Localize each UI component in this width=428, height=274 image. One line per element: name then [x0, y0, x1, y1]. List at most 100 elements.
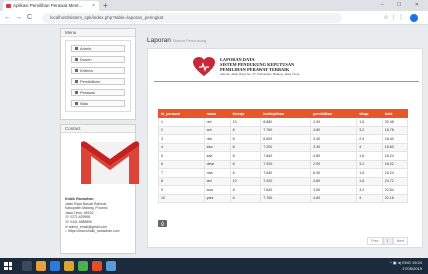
- table-row: 5 sari 8 7.840 4.80 1.6 18.24: [158, 151, 409, 161]
- table-row: 6 dewi 8 7.920 2.90 3.2 18.02: [158, 159, 409, 169]
- heart-logo-icon: [193, 57, 215, 76]
- new-tab-button[interactable]: +: [103, 0, 108, 11]
- table-row: 10 yani 8 7.760 4.80 4 22.16: [158, 193, 409, 203]
- chrome-taskbar-icon[interactable]: [78, 261, 88, 271]
- table-cell: 8: [229, 193, 262, 203]
- page-title: Laporan Sistem Pendukung: [147, 37, 207, 44]
- table-cell: 18.24: [381, 151, 409, 161]
- back-button[interactable]: ←: [4, 13, 11, 23]
- table-cell: 1.6: [356, 176, 383, 186]
- contact-panel: Contact Khalik Ramadhan Jalan Raya Basuk…: [60, 124, 139, 254]
- table-cell: 7.920: [260, 159, 312, 169]
- table-cell: 7.840: [260, 151, 312, 161]
- table-cell: 4.80: [310, 151, 358, 161]
- table-cell: 5: [158, 151, 205, 161]
- table-cell: rita: [203, 134, 231, 144]
- address-bar[interactable]: localhost/sistem_spk/index.php?table=lap…: [42, 13, 342, 23]
- tray-icons[interactable]: ^ ▣ ◂) ENG: [390, 260, 411, 265]
- table-cell: yani: [203, 193, 231, 203]
- pagination: Prev 1 Next: [367, 237, 408, 245]
- close-tab-icon[interactable]: ×: [92, 1, 95, 11]
- col-kedisiplinan: kedisiplinan: [260, 109, 312, 118]
- table-cell: 20.48: [381, 117, 409, 127]
- menu-item-perawat[interactable]: Perawat: [71, 89, 125, 96]
- table-cell: 18.76: [381, 125, 409, 135]
- menu-item-admin[interactable]: Admin: [71, 45, 125, 52]
- contact-header: Contact: [61, 125, 135, 133]
- table-cell: 7.760: [260, 193, 312, 203]
- table-cell: 8: [229, 151, 262, 161]
- table-cell: 8.880: [260, 117, 312, 127]
- search-taskbar-icon[interactable]: [22, 261, 32, 271]
- table-cell: 7.760: [260, 125, 312, 135]
- table-cell: 18.24: [381, 168, 409, 178]
- print-button[interactable]: ⎙: [158, 220, 167, 227]
- table-cell: 3: [158, 134, 205, 144]
- contact-info: Khalik Ramadhan Jalan Raya Basuki Rahmat…: [65, 197, 150, 234]
- table-cell: 7.200: [260, 142, 312, 152]
- favicon-icon: [6, 4, 11, 8]
- table-row: 9 ana 8 7.840 3.60 3.2 22.64: [158, 185, 409, 195]
- table-cell: 4.80: [310, 125, 358, 135]
- explorer-taskbar-icon[interactable]: [36, 261, 46, 271]
- reload-button[interactable]: C: [27, 13, 32, 23]
- table-cell: 2: [158, 125, 205, 135]
- files-taskbar-icon[interactable]: [64, 261, 74, 271]
- forward-button[interactable]: →: [15, 13, 22, 23]
- table-cell: 22.64: [381, 185, 409, 195]
- grid-icon: [75, 80, 78, 84]
- pager-page[interactable]: 1: [382, 237, 393, 245]
- table-cell: 4.80: [310, 193, 358, 203]
- gmail-logo-icon: [81, 141, 139, 184]
- edge-taskbar-icon[interactable]: [50, 261, 60, 271]
- app-taskbar-icon[interactable]: [92, 261, 102, 271]
- profile-avatar[interactable]: [410, 14, 418, 22]
- browser-tab[interactable]: Aplikasi Pemilihan Perawat Ment... ×: [3, 1, 99, 11]
- table-cell: 24.72: [381, 176, 409, 186]
- grid-icon: [75, 102, 78, 106]
- grid-icon: [75, 69, 78, 73]
- table-cell: 1.6: [356, 151, 383, 161]
- table-cell: ani: [203, 125, 231, 135]
- table-cell: 8: [229, 168, 262, 178]
- table-body: 1 rini 10 8.880 2.90 1.6 20.48 2 ani 8 7.760 4.80 3.…: [158, 117, 409, 203]
- table-cell: 18.02: [381, 159, 409, 169]
- grid-icon: [75, 91, 78, 95]
- table-cell: 1.6: [356, 168, 383, 178]
- window-controls[interactable]: – ☐ ✕: [381, 0, 425, 10]
- taskbar: ^ ▣ ◂) ENG 19:24 17/05/2019: [0, 258, 428, 274]
- menu-list: Admin Dosen Kriteria Pendidikan Perawat …: [65, 40, 131, 112]
- table-cell: 6: [158, 159, 205, 169]
- pager-prev[interactable]: Prev: [367, 237, 383, 245]
- table-cell: eka: [203, 142, 231, 152]
- clock-time: 19:24: [411, 260, 422, 265]
- menu-item-dosen[interactable]: Dosen: [71, 56, 125, 63]
- table-row: 1 rini 10 8.880 2.90 1.6 20.48: [158, 117, 409, 127]
- windows-start-icon[interactable]: [4, 262, 12, 270]
- table-cell: 2.90: [310, 117, 358, 127]
- table-cell: mia: [203, 168, 231, 178]
- table-row: 7 mia 8 7.640 6.30 1.6 18.24: [158, 168, 409, 178]
- table-cell: 3.2: [356, 185, 383, 195]
- app2-taskbar-icon[interactable]: [106, 261, 116, 271]
- report-card: LAPORAN DATA SISTEM PENDUKUNG KEPUTUSAN …: [147, 48, 423, 248]
- table-cell: 1: [158, 117, 205, 127]
- table-cell: 8: [229, 125, 262, 135]
- col-id-perawat: id_perawat: [158, 109, 205, 118]
- table-cell: 7: [158, 168, 205, 178]
- report-address: Alamat: Jalan Raya No. 27, Kabupaten Mal…: [220, 72, 300, 76]
- menu-item-kriteria[interactable]: Kriteria: [71, 67, 125, 74]
- table-cell: 3.2: [356, 159, 383, 169]
- contact-website[interactable]: ⌂ https://www.khalik_ramadhan.com: [65, 229, 150, 234]
- header-divider: [154, 81, 419, 82]
- table-row: 8 tari 10 7.920 4.80 1.6 24.72: [158, 176, 409, 186]
- menu-item-pendidikan[interactable]: Pendidikan: [71, 78, 125, 85]
- pager-next[interactable]: Next: [392, 237, 408, 245]
- table-cell: 10: [229, 176, 262, 186]
- menu-header: Menu: [61, 29, 135, 37]
- table-cell: 1.6: [356, 117, 383, 127]
- report-table: id_perawat nama kinerja kedisiplinan pen…: [158, 109, 409, 203]
- toolbar-icons[interactable]: ☆ ⋮ ⋮: [383, 13, 404, 23]
- system-tray[interactable]: ^ ▣ ◂) ENG 19:24 17/05/2019: [390, 260, 422, 272]
- menu-item-nilai[interactable]: Nilai: [71, 100, 125, 107]
